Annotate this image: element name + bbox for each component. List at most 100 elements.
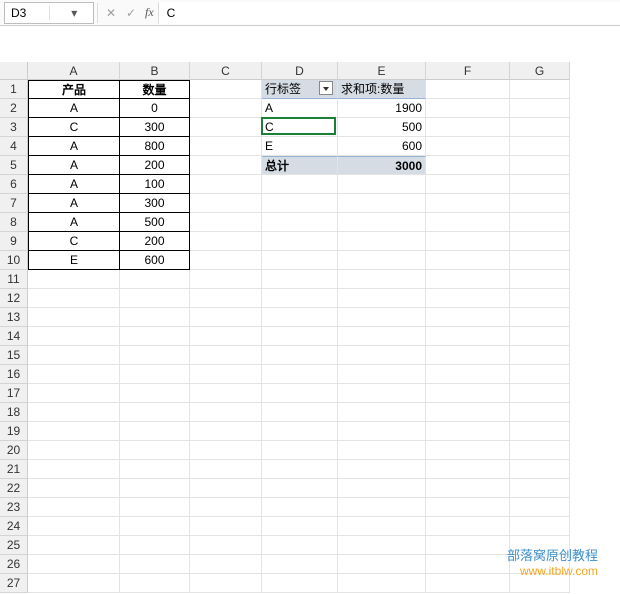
cell[interactable] <box>28 574 120 593</box>
cell[interactable] <box>190 498 262 517</box>
cell[interactable] <box>262 422 338 441</box>
row-header[interactable]: 25 <box>0 536 28 555</box>
cell[interactable] <box>28 498 120 517</box>
cell[interactable] <box>120 365 190 384</box>
cell[interactable] <box>510 460 570 479</box>
cell[interactable] <box>190 156 262 175</box>
cell[interactable]: A <box>28 156 120 175</box>
cell[interactable] <box>190 270 262 289</box>
accept-icon[interactable]: ✓ <box>121 6 141 20</box>
cell[interactable] <box>426 422 510 441</box>
cell[interactable] <box>510 403 570 422</box>
cell[interactable] <box>426 365 510 384</box>
cell[interactable] <box>120 555 190 574</box>
cell[interactable] <box>510 555 570 574</box>
cell[interactable] <box>262 289 338 308</box>
cell[interactable] <box>190 346 262 365</box>
cell[interactable] <box>338 403 426 422</box>
cell[interactable] <box>262 517 338 536</box>
cell[interactable] <box>28 346 120 365</box>
fx-icon[interactable]: fx <box>141 5 158 20</box>
cell[interactable] <box>190 327 262 346</box>
cell[interactable] <box>28 327 120 346</box>
cell[interactable] <box>338 365 426 384</box>
cell[interactable]: A <box>28 175 120 194</box>
cell[interactable] <box>190 232 262 251</box>
cell[interactable]: 100 <box>120 175 190 194</box>
cell[interactable] <box>426 327 510 346</box>
row-header[interactable]: 21 <box>0 460 28 479</box>
cell[interactable]: A <box>28 137 120 156</box>
cell[interactable]: C <box>28 232 120 251</box>
cell[interactable] <box>510 118 570 137</box>
row-header[interactable]: 5 <box>0 156 28 175</box>
cell[interactable] <box>28 441 120 460</box>
cell[interactable] <box>338 536 426 555</box>
cell[interactable] <box>426 441 510 460</box>
cell[interactable]: 总计 <box>262 156 338 175</box>
cell[interactable] <box>28 536 120 555</box>
cell[interactable]: 600 <box>338 137 426 156</box>
cell[interactable] <box>510 213 570 232</box>
row-header[interactable]: 18 <box>0 403 28 422</box>
cell[interactable] <box>120 289 190 308</box>
cell[interactable] <box>426 498 510 517</box>
row-header[interactable]: 13 <box>0 308 28 327</box>
cell[interactable] <box>426 403 510 422</box>
cell[interactable]: 500 <box>338 118 426 137</box>
cell[interactable] <box>190 137 262 156</box>
cell[interactable] <box>120 517 190 536</box>
cell[interactable] <box>338 460 426 479</box>
cell[interactable] <box>338 213 426 232</box>
column-header[interactable]: F <box>426 62 510 80</box>
cell[interactable] <box>510 384 570 403</box>
cell[interactable] <box>262 194 338 213</box>
cell[interactable]: 800 <box>120 137 190 156</box>
cell[interactable] <box>338 574 426 593</box>
cell[interactable] <box>510 270 570 289</box>
cell[interactable]: E <box>262 137 338 156</box>
cell[interactable] <box>262 213 338 232</box>
cell[interactable]: 0 <box>120 99 190 118</box>
cell[interactable] <box>426 308 510 327</box>
row-header[interactable]: 24 <box>0 517 28 536</box>
cell[interactable] <box>338 289 426 308</box>
cell[interactable] <box>28 365 120 384</box>
cell[interactable] <box>28 460 120 479</box>
cell[interactable] <box>338 498 426 517</box>
cell[interactable] <box>426 346 510 365</box>
cell[interactable] <box>120 384 190 403</box>
row-header[interactable]: 16 <box>0 365 28 384</box>
row-header[interactable]: 9 <box>0 232 28 251</box>
cell[interactable] <box>338 441 426 460</box>
cell[interactable] <box>190 118 262 137</box>
cell[interactable] <box>120 327 190 346</box>
cell[interactable] <box>28 308 120 327</box>
row-header[interactable]: 17 <box>0 384 28 403</box>
cell[interactable]: C <box>262 118 338 137</box>
cell[interactable] <box>510 80 570 99</box>
cell[interactable] <box>190 479 262 498</box>
cell[interactable]: E <box>28 251 120 270</box>
cell[interactable]: 600 <box>120 251 190 270</box>
cell[interactable] <box>190 517 262 536</box>
cell[interactable] <box>120 346 190 365</box>
select-all-corner[interactable] <box>0 62 28 80</box>
cell[interactable] <box>510 498 570 517</box>
cell[interactable] <box>120 460 190 479</box>
cell[interactable] <box>120 270 190 289</box>
cell[interactable] <box>510 99 570 118</box>
cell[interactable]: A <box>28 99 120 118</box>
cell[interactable] <box>190 365 262 384</box>
cell[interactable] <box>510 289 570 308</box>
pivot-value-header[interactable]: 求和项:数量 <box>338 80 426 99</box>
cell[interactable] <box>190 194 262 213</box>
cell[interactable] <box>262 365 338 384</box>
cell[interactable] <box>426 137 510 156</box>
column-header[interactable]: C <box>190 62 262 80</box>
cell[interactable] <box>120 479 190 498</box>
cell[interactable] <box>120 536 190 555</box>
cell[interactable] <box>190 574 262 593</box>
cell[interactable] <box>510 365 570 384</box>
cell[interactable] <box>426 384 510 403</box>
